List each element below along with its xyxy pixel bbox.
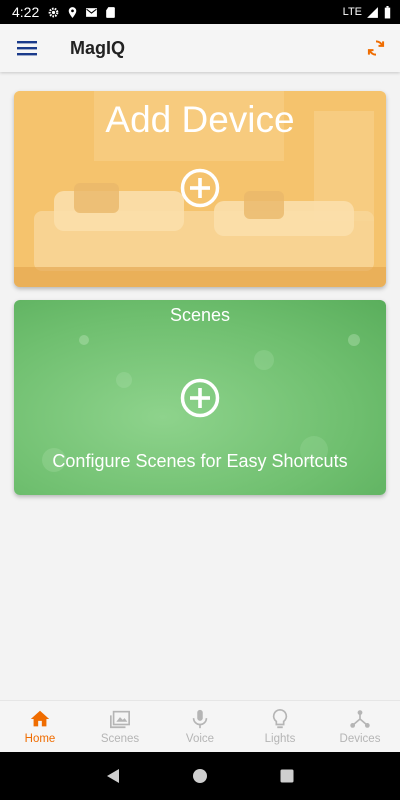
add-scene-plus-icon[interactable] <box>180 378 220 418</box>
network-icon <box>350 710 370 728</box>
add-device-title: Add Device <box>105 99 295 140</box>
microphone-icon <box>192 709 208 729</box>
menu-button[interactable] <box>0 24 54 72</box>
app-title: MagIQ <box>70 37 126 58</box>
bottom-navigation: Home Scenes Voice Lights Devices <box>0 700 400 752</box>
nav-item-home[interactable]: Home <box>0 701 80 752</box>
hamburger-menu-icon <box>17 41 37 56</box>
status-time: 4:22 <box>12 4 40 20</box>
back-icon[interactable] <box>105 768 121 784</box>
nav-label-devices: Devices <box>339 733 381 745</box>
scenes-card-title: Scenes <box>169 305 231 325</box>
nav-item-scenes[interactable]: Scenes <box>80 701 160 752</box>
home-circle-icon[interactable] <box>192 768 208 784</box>
battery-icon <box>384 5 391 18</box>
nav-item-voice[interactable]: Voice <box>160 701 240 752</box>
refresh-icon <box>367 40 385 56</box>
add-device-card[interactable]: Add Device <box>14 91 386 287</box>
photos-icon <box>110 710 130 729</box>
nav-item-lights[interactable]: Lights <box>240 701 320 752</box>
refresh-button[interactable] <box>352 24 400 72</box>
settings-icon <box>48 7 59 17</box>
nav-label-scenes: Scenes <box>100 733 140 745</box>
scenes-card[interactable]: Scenes Configure Scenes for Easy Shortcu… <box>14 300 386 495</box>
nav-item-devices[interactable]: Devices <box>320 701 400 752</box>
system-navigation-bar <box>0 752 400 800</box>
location-icon <box>68 6 77 18</box>
nav-label-home: Home <box>24 733 56 745</box>
app-bar: MagIQ <box>0 24 400 72</box>
nav-label-voice: Voice <box>185 733 215 745</box>
network-type: LTE <box>342 6 362 18</box>
recents-icon[interactable] <box>279 768 295 784</box>
sd-card-icon <box>106 6 116 18</box>
home-icon <box>30 710 50 727</box>
status-bar: 4:22 LTE <box>0 0 400 24</box>
lightbulb-icon <box>272 709 288 729</box>
scenes-card-subtitle: Configure Scenes for Easy Shortcuts <box>52 451 348 471</box>
nav-label-lights: Lights <box>264 733 296 745</box>
mail-icon <box>86 7 98 17</box>
add-device-plus-icon[interactable] <box>180 168 220 208</box>
signal-icon <box>367 6 378 18</box>
